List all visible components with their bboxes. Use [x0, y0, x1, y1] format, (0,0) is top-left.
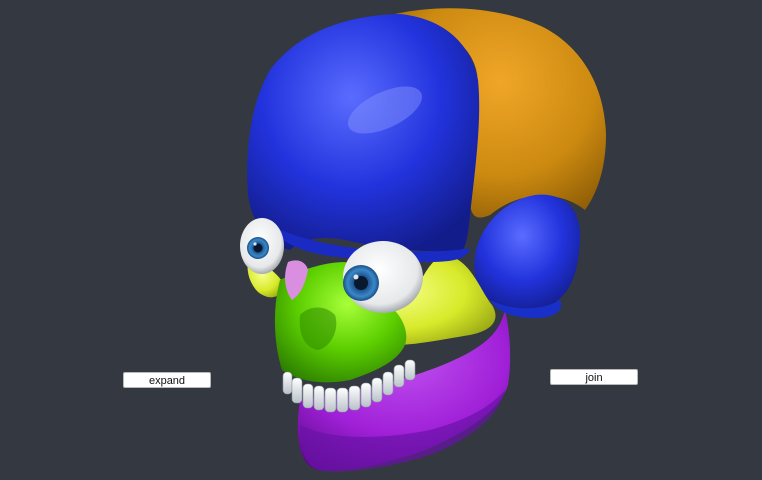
left-eye[interactable]: [240, 218, 284, 274]
join-button[interactable]: join: [550, 369, 638, 385]
right-eye[interactable]: [343, 241, 423, 313]
skull-3d-model[interactable]: [0, 0, 762, 480]
expand-button[interactable]: expand: [123, 372, 211, 388]
viewer-canvas[interactable]: expand join: [0, 0, 762, 480]
